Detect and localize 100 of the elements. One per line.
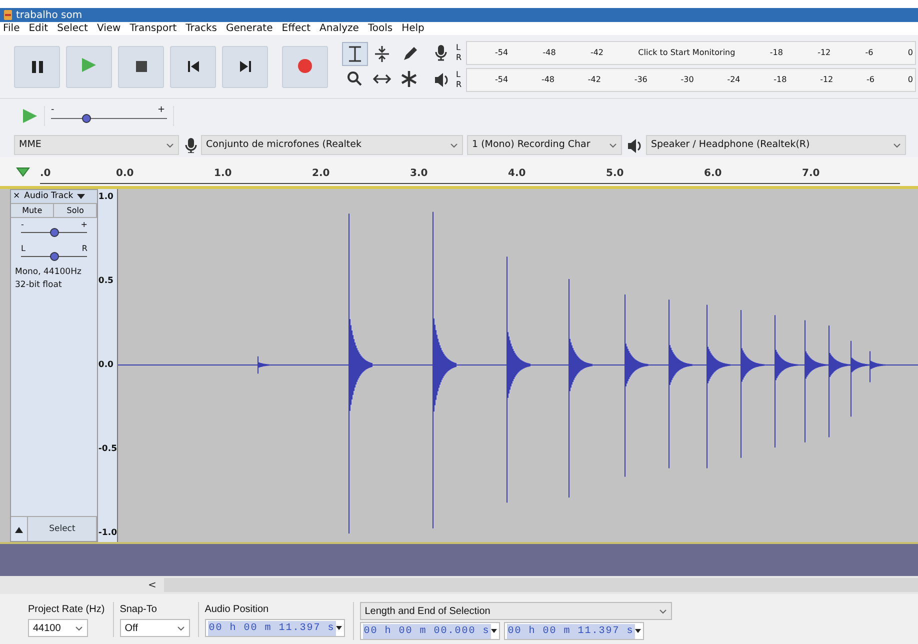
y-axis-label: -1.0	[98, 527, 117, 540]
timeline-tick-label: 1.0	[214, 160, 312, 184]
recording-channels-dropdown[interactable]: 1 (Mono) Recording Char	[467, 135, 622, 155]
recording-meter[interactable]: -54 -48 -42 Click to Start Monitoring -18 -12 -6 0	[466, 41, 916, 65]
meter-scale-label: -42	[588, 74, 601, 86]
selection-mode-dropdown[interactable]: Length and End of Selection	[360, 602, 672, 620]
dropdown-value: 1 (Mono) Recording Char	[472, 138, 590, 152]
channel-label: L	[456, 43, 462, 53]
meter-scale-label: -6	[865, 47, 874, 59]
meter-scale-label: -18	[770, 47, 783, 59]
dropdown-value: Conjunto de microfones (Realtek	[206, 138, 362, 152]
collapse-icon	[15, 526, 23, 533]
close-track-button[interactable]: ×	[11, 190, 22, 203]
playback-device-dropdown[interactable]: Speaker / Headphone (Realtek(R)	[646, 135, 906, 155]
project-rate-dropdown[interactable]: 44100	[28, 619, 88, 637]
dropdown-value: Speaker / Headphone (Realtek(R)	[651, 138, 810, 152]
playback-meter[interactable]: -54 -48 -42 -36 -30 -24 -18 -12 -6 0	[466, 68, 916, 92]
timeline-tick-label: 2.0	[312, 160, 410, 184]
app-icon	[4, 10, 12, 20]
meter-scale-label: -12	[820, 74, 834, 86]
menu-item[interactable]: Select	[57, 22, 88, 35]
pan-slider-thumb[interactable]	[50, 252, 60, 261]
stop-button[interactable]	[118, 46, 164, 88]
menu-item[interactable]: File	[3, 22, 20, 35]
dropdown-caret-icon	[609, 142, 617, 148]
field-label: Project Rate (Hz)	[28, 603, 105, 617]
menu-item[interactable]: Generate	[226, 22, 273, 35]
dropdown-caret-icon	[176, 626, 185, 630]
dropdown-caret-icon	[490, 629, 497, 633]
meter-scale-label: -42	[590, 47, 604, 59]
skip-to-start-icon	[186, 60, 200, 74]
snap-to-dropdown[interactable]: Off	[120, 619, 190, 637]
meter-scale-label: -54	[495, 47, 508, 59]
time-field[interactable]: 00 h 00 m 11.397 s	[504, 622, 644, 640]
track-info-text: 32-bit float	[15, 278, 63, 292]
menu-item[interactable]: Edit	[28, 22, 48, 35]
pause-button[interactable]	[14, 46, 60, 88]
play-icon	[22, 108, 38, 124]
recording-device-dropdown[interactable]: Conjunto de microfones (Realtek	[201, 135, 463, 155]
play-icon	[81, 58, 97, 75]
timeline-tick-label: 7.0	[802, 160, 900, 184]
host-dropdown[interactable]: MME	[14, 135, 179, 155]
tool-button[interactable]	[342, 42, 368, 66]
menu-item[interactable]: Tools	[368, 22, 393, 35]
skip-to-end-icon	[238, 60, 252, 74]
time-value: 00 h 00 m 11.397 s	[506, 624, 635, 638]
stop-icon	[134, 60, 148, 74]
dropdown-caret-icon	[893, 142, 901, 148]
skip-to-start-button[interactable]	[170, 46, 216, 88]
select-track-button[interactable]: Select	[27, 517, 98, 541]
channel-label: R	[456, 53, 463, 63]
selection-tool-icon	[346, 45, 364, 63]
dropdown-value: MME	[19, 138, 42, 152]
track-toggle-button[interactable]: Mute	[11, 204, 54, 217]
track-info-text: Mono, 44100Hz	[15, 266, 82, 279]
menu-item[interactable]: Analyze	[320, 22, 359, 35]
menu-item[interactable]: View	[96, 22, 121, 35]
track-name-menu[interactable]: Audio Track	[22, 190, 98, 203]
menu-item[interactable]: Tracks	[186, 22, 218, 35]
time-value: 00 h 00 m 00.000 s	[362, 624, 491, 638]
meter-scale-label: -18	[774, 74, 787, 86]
speaker-icon	[433, 71, 449, 89]
meter-scale-label: Click to Start Monitoring	[638, 47, 736, 59]
record-button[interactable]	[282, 46, 328, 88]
multi-tool-icon	[400, 70, 418, 88]
dropdown-caret-icon	[166, 142, 174, 148]
slider-max-label: +	[157, 104, 165, 117]
gain-slider-thumb[interactable]	[50, 228, 60, 237]
track-toggle-button[interactable]: Solo	[54, 204, 98, 217]
meter-scale-label: -30	[680, 74, 694, 86]
time-field[interactable]: 00 h 00 m 00.000 s	[360, 622, 500, 640]
speed-slider-thumb[interactable]	[82, 114, 91, 123]
menu-item[interactable]: Help	[402, 22, 424, 35]
channel-label: L	[456, 70, 462, 80]
scroll-left-button[interactable]: <	[148, 578, 156, 592]
timeline-tick-label: 4.0	[508, 160, 606, 184]
menu-item[interactable]: Transport	[130, 22, 177, 35]
record-icon	[297, 58, 313, 75]
meter-scale-label: -12	[818, 47, 831, 59]
field-label: Audio Position	[204, 603, 270, 617]
meter-scale-label: 0	[908, 47, 913, 59]
microphone-icon	[433, 44, 449, 62]
meter-scale-label: -48	[542, 47, 556, 59]
meter-scale-label: -24	[727, 74, 740, 86]
meter-scale-label: 0	[908, 74, 913, 86]
y-axis-label: -0.5	[98, 443, 117, 456]
meter-scale-label: -6	[866, 74, 874, 86]
time-field[interactable]: 00 h 00 m 11.397 s	[204, 619, 345, 637]
timeline-tick-label: 6.0	[704, 160, 802, 184]
field-label: Snap-To	[120, 603, 158, 617]
skip-to-end-button[interactable]	[222, 46, 268, 88]
meter-scale-label: -48	[541, 74, 555, 86]
slider-min-label: -	[51, 104, 54, 117]
timeline-tick-label: 5.0	[606, 160, 704, 184]
timeline-tick-label: .0	[40, 160, 116, 184]
dropdown-caret-icon	[450, 142, 458, 148]
dropdown-value: Length and End of Selection	[364, 604, 490, 618]
dropdown-caret-icon	[77, 194, 86, 199]
menu-item[interactable]: Effect	[282, 22, 311, 35]
y-axis-label: 1.0	[98, 191, 114, 204]
